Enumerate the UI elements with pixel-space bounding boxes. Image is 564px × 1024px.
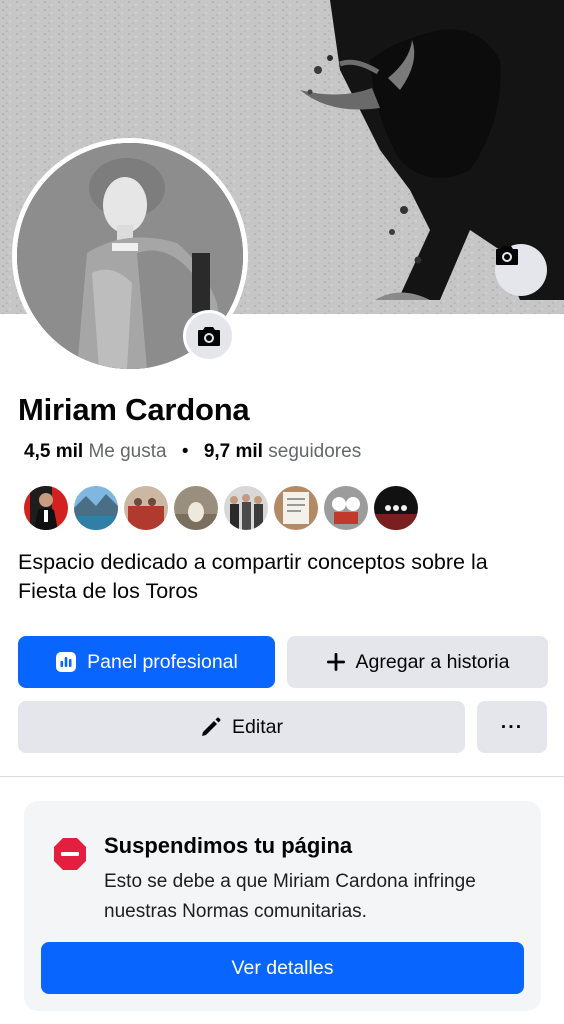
stats-separator: • xyxy=(181,441,189,462)
page-bio: Espacio dedicado a compartir conceptos s… xyxy=(18,550,488,603)
plus-icon xyxy=(326,653,345,671)
edit-button[interactable]: Editar xyxy=(18,701,465,753)
profile-stats: 4,5 mil Me gusta • 9,7 mil seguidores xyxy=(24,441,361,463)
more-options-button[interactable]: ··· xyxy=(477,701,547,753)
bar-chart-icon xyxy=(56,652,77,672)
follower-avatar[interactable] xyxy=(222,484,270,532)
avatar-camera-button[interactable] xyxy=(183,310,235,362)
add-to-story-label: Agregar a historia xyxy=(355,650,510,673)
follower-avatar[interactable] xyxy=(122,484,170,532)
suspension-title: Suspendimos tu página xyxy=(104,833,353,858)
suspension-notice: Suspendimos tu página Esto se debe a que… xyxy=(24,801,541,1011)
section-divider xyxy=(0,776,564,777)
camera-icon xyxy=(198,327,220,346)
follower-avatar[interactable] xyxy=(272,484,320,532)
cover-camera-button[interactable] xyxy=(495,244,547,296)
follower-avatar[interactable] xyxy=(322,484,370,532)
follower-avatars xyxy=(22,484,420,532)
camera-icon xyxy=(496,246,518,265)
professional-dashboard-label: Panel profesional xyxy=(87,650,238,673)
suspension-message: Esto se debe a que Miriam Cardona infrin… xyxy=(104,871,476,922)
view-details-button[interactable]: Ver detalles xyxy=(41,942,524,994)
follower-avatar[interactable] xyxy=(372,484,420,532)
follower-avatar[interactable] xyxy=(22,484,70,532)
likes-count[interactable]: 4,5 mil xyxy=(24,441,83,462)
edit-label: Editar xyxy=(232,715,283,738)
follower-avatar[interactable] xyxy=(72,484,120,532)
likes-label[interactable]: Me gusta xyxy=(88,441,166,462)
page-title: Miriam Cardona xyxy=(18,392,250,427)
professional-dashboard-button[interactable]: Panel profesional xyxy=(18,636,275,688)
follower-avatar[interactable] xyxy=(172,484,220,532)
stop-sign-icon xyxy=(54,838,86,870)
pencil-icon xyxy=(202,717,221,736)
followers-label[interactable]: seguidores xyxy=(268,441,361,462)
followers-count[interactable]: 9,7 mil xyxy=(204,441,263,462)
more-icon: ··· xyxy=(500,715,524,738)
add-to-story-button[interactable]: Agregar a historia xyxy=(287,636,548,688)
